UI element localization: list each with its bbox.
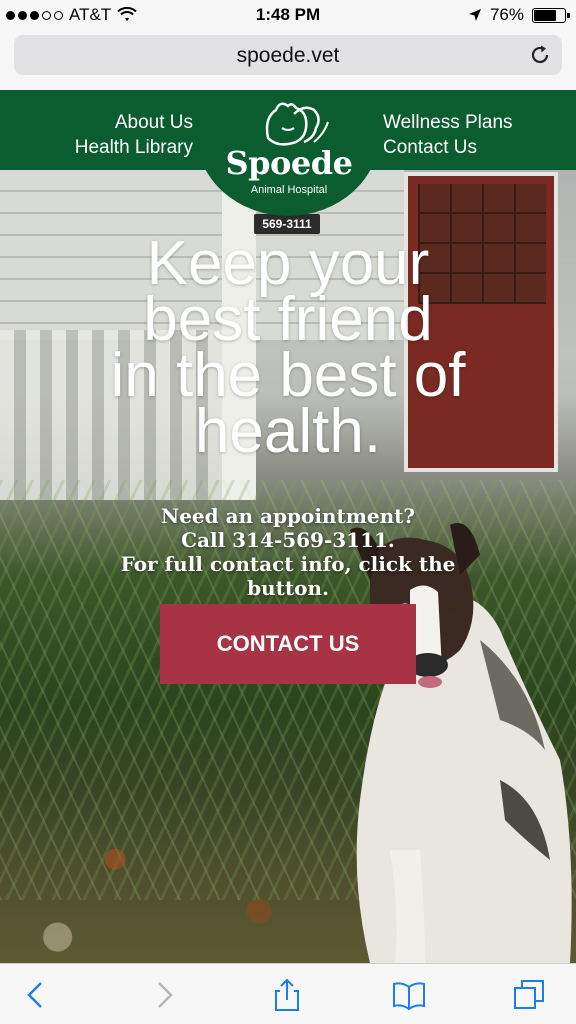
appointment-text: Need an appointment? Call 314-569-3111. … bbox=[0, 504, 576, 600]
status-right: 76% bbox=[468, 5, 570, 25]
status-bar: AT&T 1:48 PM 76% bbox=[0, 0, 576, 30]
location-arrow-icon bbox=[468, 9, 481, 21]
url-text[interactable]: spoede.vet bbox=[14, 44, 562, 68]
browser-toolbar bbox=[0, 963, 576, 1024]
address-bar[interactable]: spoede.vet bbox=[14, 35, 562, 75]
battery-fill bbox=[534, 9, 557, 21]
headline-line-3: in the best of bbox=[110, 341, 466, 410]
nav-contact-us[interactable]: Contact Us bbox=[383, 135, 513, 160]
logo-name: Spoede bbox=[225, 144, 353, 182]
appt-line-2: Call 314-569-3111. bbox=[181, 528, 395, 552]
nav-wellness-plans[interactable]: Wellness Plans bbox=[383, 110, 513, 135]
headline-line-2: best friend bbox=[143, 285, 433, 354]
back-icon[interactable] bbox=[20, 978, 54, 1012]
hero-headline: Keep your best friend in the best of hea… bbox=[0, 229, 576, 466]
forward-icon[interactable] bbox=[146, 978, 180, 1012]
website: 569-3111 About Us Health Library Wellnes… bbox=[0, 90, 576, 963]
contact-us-button[interactable]: CONTACT US bbox=[160, 604, 416, 684]
share-icon[interactable] bbox=[270, 978, 304, 1012]
nav-right: Wellness Plans Contact Us bbox=[383, 110, 513, 160]
nav-left: About Us Health Library bbox=[75, 110, 193, 160]
logo-subtitle: Animal Hospital bbox=[250, 184, 328, 196]
appt-line-1: Need an appointment? bbox=[160, 504, 416, 528]
site-logo[interactable]: Spoede Animal Hospital bbox=[218, 98, 360, 198]
battery-percent: 76% bbox=[489, 5, 524, 24]
appt-line-4: button. bbox=[247, 576, 329, 600]
browser-chrome: spoede.vet bbox=[0, 30, 576, 90]
nav-health-library[interactable]: Health Library bbox=[75, 135, 193, 160]
headline-line-4: health. bbox=[194, 397, 382, 466]
bookmarks-icon[interactable] bbox=[392, 978, 426, 1012]
battery-icon bbox=[532, 7, 570, 23]
reload-icon[interactable] bbox=[528, 43, 552, 67]
appt-line-3: For full contact info, click the bbox=[120, 552, 456, 576]
tabs-icon[interactable] bbox=[512, 978, 546, 1012]
nav-about-us[interactable]: About Us bbox=[75, 110, 193, 135]
headline-line-1: Keep your bbox=[146, 229, 430, 298]
